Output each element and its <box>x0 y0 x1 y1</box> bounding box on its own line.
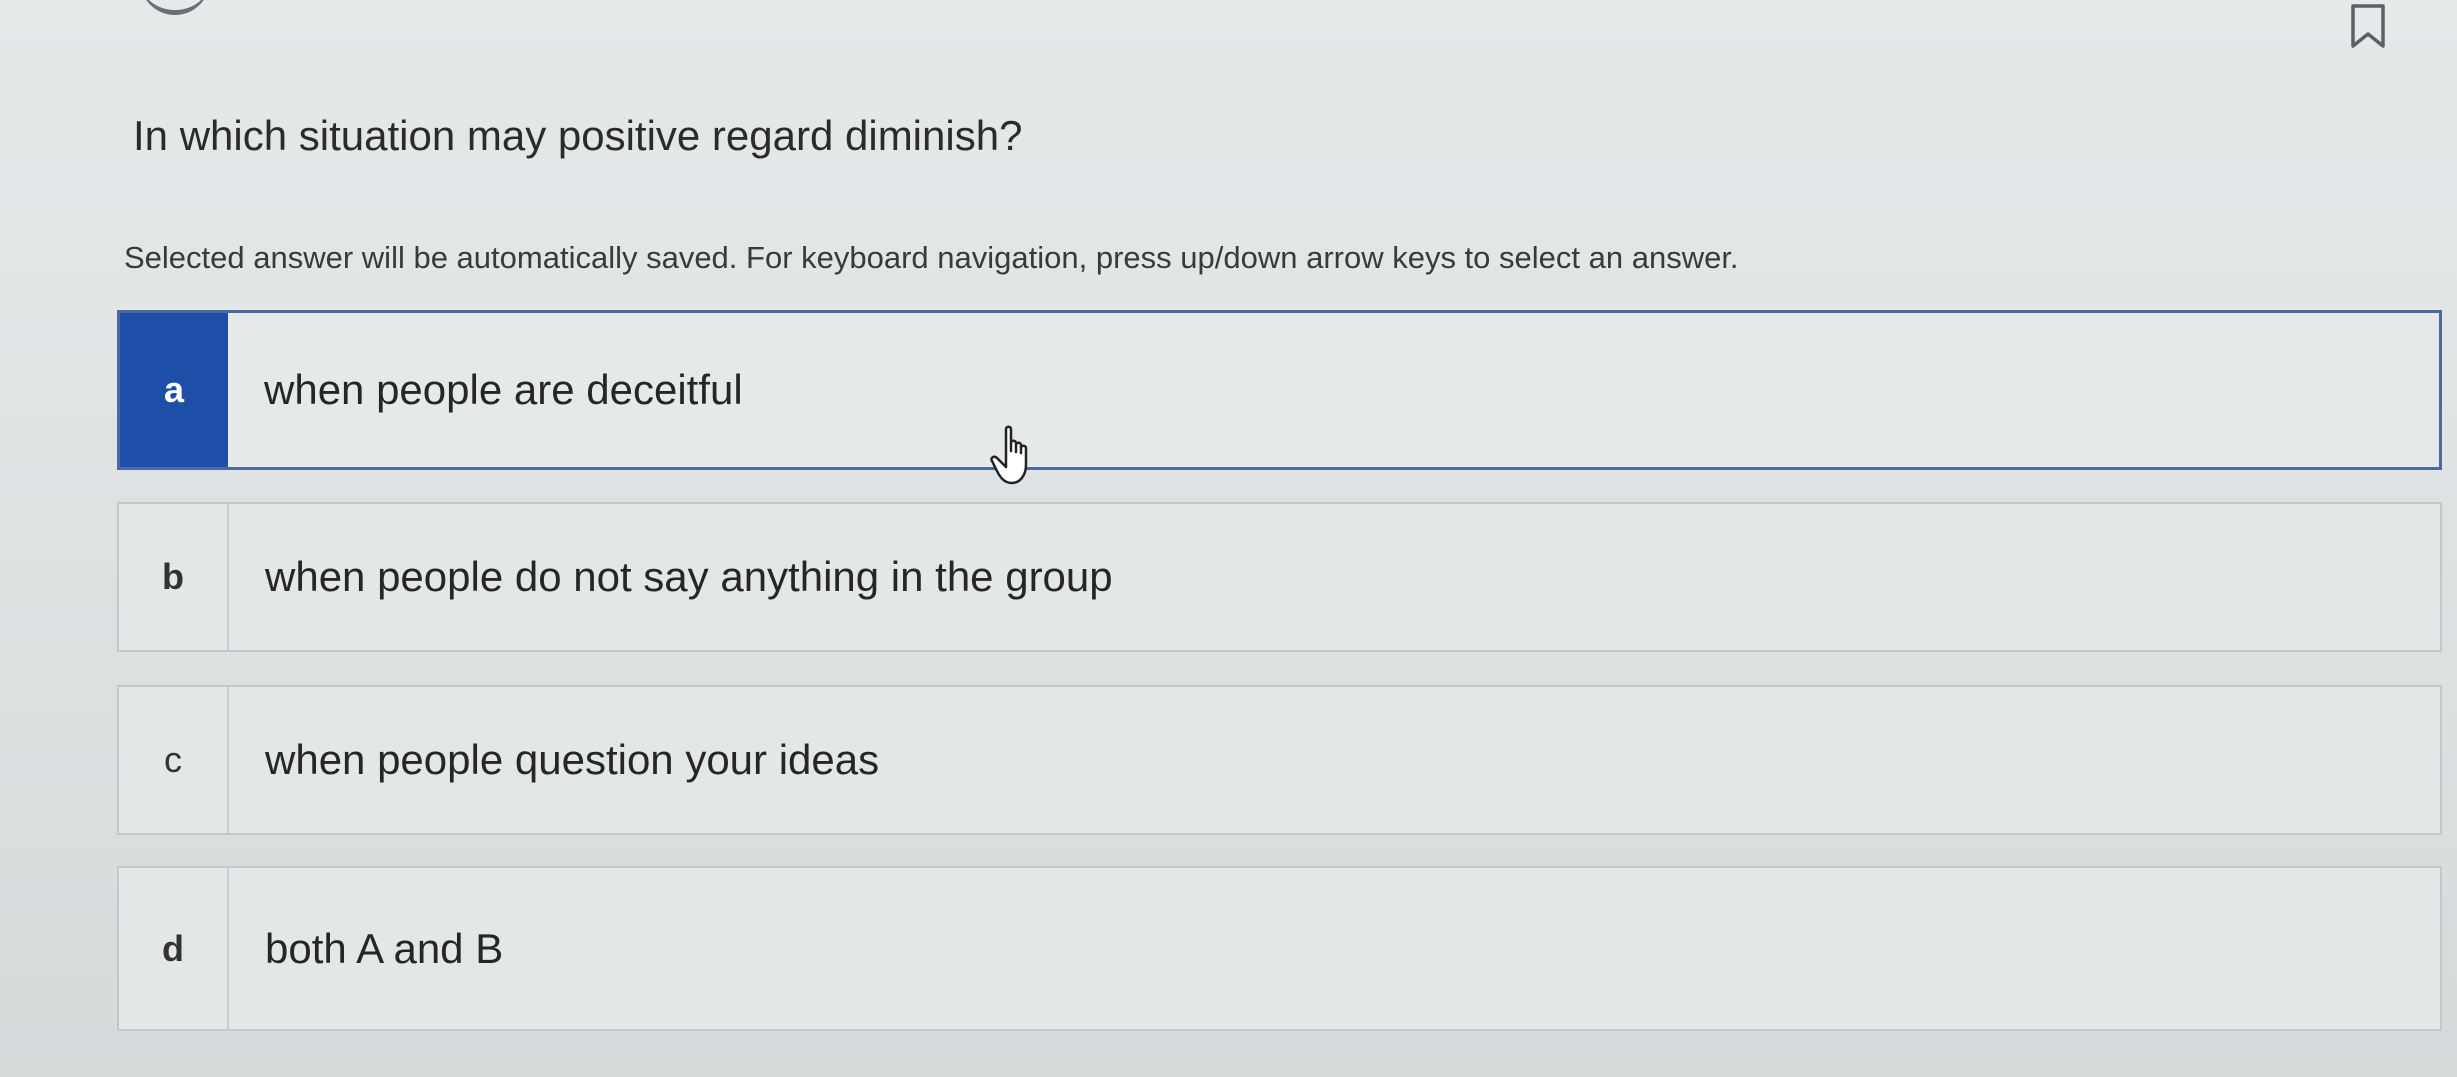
option-letter: d <box>119 868 229 1029</box>
partial-logo-icon <box>140 0 210 15</box>
question-text: In which situation may positive regard d… <box>133 112 1023 159</box>
bookmark-icon[interactable] <box>2350 4 2386 50</box>
answer-option-c[interactable]: c when people question your ideas <box>117 685 2442 835</box>
option-text: when people question your ideas <box>265 736 880 783</box>
option-letter: c <box>119 687 229 833</box>
option-text: both A and B <box>265 924 504 972</box>
option-text: when people are deceitful <box>264 366 743 413</box>
answer-option-a[interactable]: a when people are deceitful <box>117 310 2442 470</box>
instructions-text: Selected answer will be automatically sa… <box>124 240 1739 275</box>
answer-option-b[interactable]: b when people do not say anything in the… <box>117 502 2442 652</box>
option-letter: a <box>120 313 228 467</box>
option-letter: b <box>119 504 229 650</box>
quiz-page: In which situation may positive regard d… <box>0 0 2457 1077</box>
answer-option-d[interactable]: d both A and B <box>117 866 2442 1031</box>
hand-pointer-icon <box>990 425 1028 485</box>
option-text: when people do not say anything in the g… <box>265 553 1113 600</box>
